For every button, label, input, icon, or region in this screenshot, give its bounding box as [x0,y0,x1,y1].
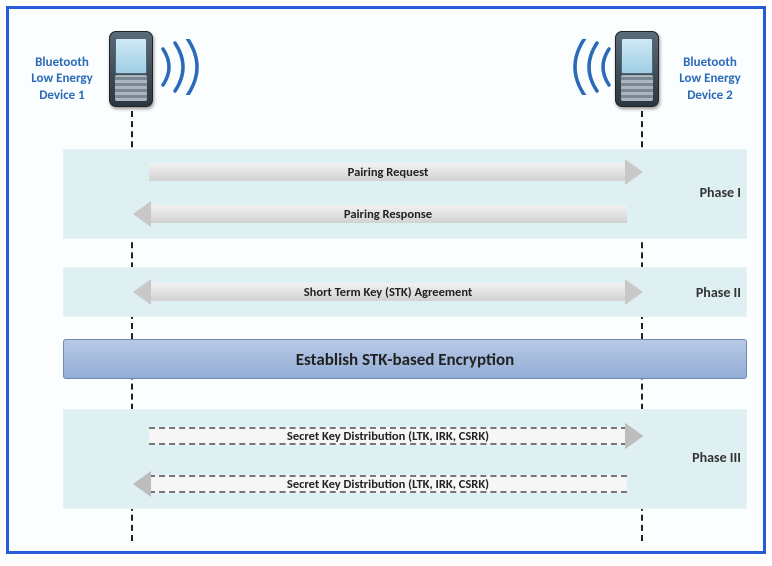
arrowhead-right-icon [625,423,643,449]
phone-icon-right [615,31,663,111]
device-2-label: Bluetooth Low Energy Device 2 [665,55,755,104]
phase-2-label: Phase II [696,284,741,301]
arrowhead-left-icon [133,201,151,227]
arrow-label: Pairing Request [149,163,627,181]
phase-3-label: Phase III [692,449,741,466]
diagram-frame: Bluetooth Low Energy Device 1 Bluetooth … [6,6,766,554]
arrow-secret-dist-2: Secret Key Distribution (LTK, IRK, CSRK) [137,471,639,497]
arrow-stk-agreement: Short Term Key (STK) Agreement [137,279,639,305]
arrowhead-left-icon [133,471,151,497]
arrowhead-right-icon [625,279,643,305]
arrow-label: Secret Key Distribution (LTK, IRK, CSRK) [149,427,627,445]
arrow-label: Short Term Key (STK) Agreement [149,283,627,301]
phase-1-label: Phase I [700,184,741,201]
arrow-secret-dist-1: Secret Key Distribution (LTK, IRK, CSRK) [137,423,639,449]
arrow-label: Pairing Response [149,205,627,223]
arrow-pairing-response: Pairing Response [137,201,639,227]
signal-icon-right [565,39,615,95]
arrow-label: Secret Key Distribution (LTK, IRK, CSRK) [149,475,627,493]
device-1-label: Bluetooth Low Energy Device 1 [17,55,107,104]
arrowhead-left-icon [133,279,151,305]
establish-stk-bar: Establish STK-based Encryption [63,339,747,379]
establish-label: Establish STK-based Encryption [296,349,514,370]
arrowhead-right-icon [625,159,643,185]
phone-icon-left [109,31,157,111]
arrow-pairing-request: Pairing Request [137,159,639,185]
signal-icon-left [157,39,207,95]
